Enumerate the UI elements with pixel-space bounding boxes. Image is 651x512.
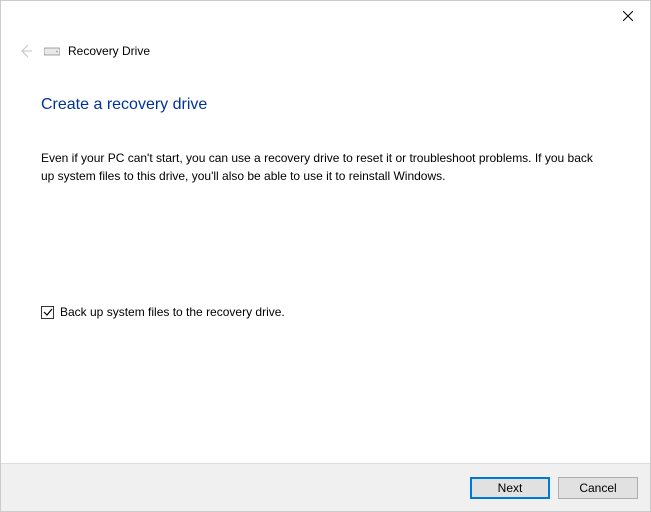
cancel-button[interactable]: Cancel bbox=[558, 477, 638, 499]
back-button[interactable] bbox=[16, 41, 36, 61]
drive-icon bbox=[44, 45, 60, 57]
backup-checkbox[interactable] bbox=[41, 306, 54, 319]
content-area: Create a recovery drive Even if your PC … bbox=[1, 71, 650, 319]
checkmark-icon bbox=[43, 307, 53, 317]
window-title: Recovery Drive bbox=[68, 44, 150, 58]
next-button[interactable]: Next bbox=[470, 477, 550, 499]
footer: Next Cancel bbox=[1, 463, 650, 511]
page-heading: Create a recovery drive bbox=[41, 96, 610, 114]
header-row: Recovery Drive bbox=[1, 31, 650, 71]
description-text: Even if your PC can't start, you can use… bbox=[41, 149, 601, 185]
titlebar bbox=[1, 1, 650, 31]
close-icon bbox=[623, 11, 633, 21]
checkbox-label: Back up system files to the recovery dri… bbox=[60, 305, 285, 319]
back-arrow-icon bbox=[18, 43, 34, 59]
close-button[interactable] bbox=[605, 1, 650, 31]
checkbox-row: Back up system files to the recovery dri… bbox=[41, 305, 610, 319]
